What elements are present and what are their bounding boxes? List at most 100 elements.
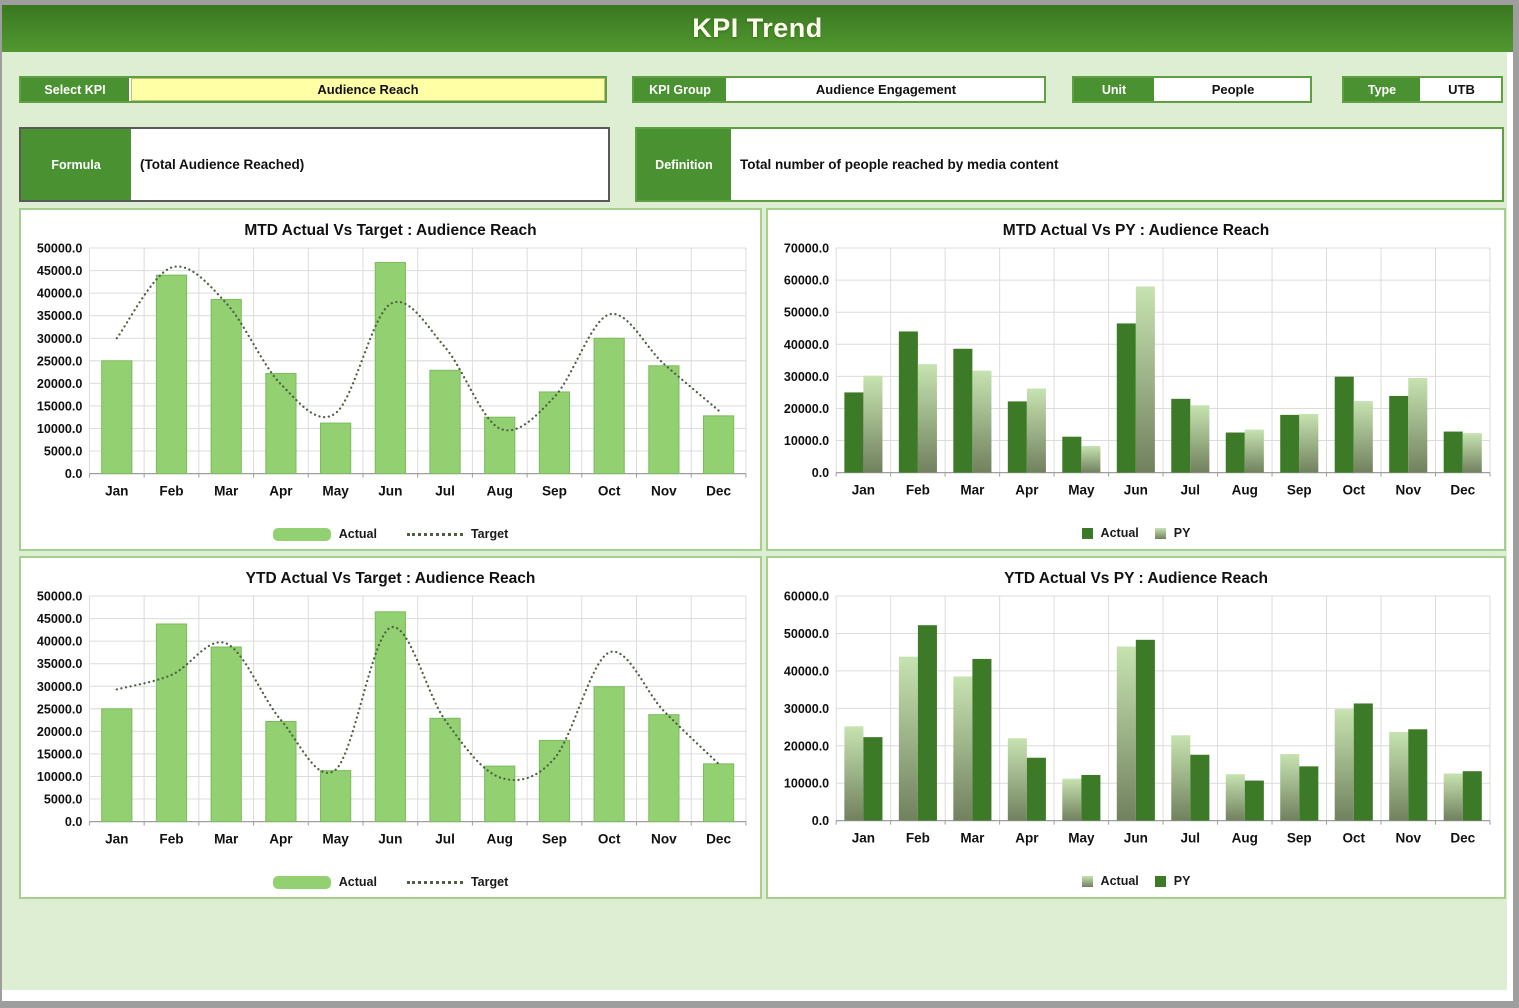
svg-text:Feb: Feb [906, 831, 930, 846]
kpi-fields-row: Select KPI Audience Reach KPI Group Audi… [19, 76, 1507, 103]
ytd-actual-vs-target-chart[interactable]: 0.05000.010000.015000.020000.025000.0300… [27, 590, 754, 870]
svg-text:15000.0: 15000.0 [37, 399, 82, 413]
formula-field: Formula (Total Audience Reached) [19, 127, 610, 202]
svg-text:30000.0: 30000.0 [37, 680, 82, 694]
definition-value: Total number of people reached by media … [731, 129, 1502, 200]
legend-item-actual: Actual [1082, 874, 1139, 888]
svg-text:Aug: Aug [487, 832, 513, 847]
svg-text:Apr: Apr [1015, 831, 1039, 846]
svg-text:Nov: Nov [1395, 483, 1421, 498]
svg-text:50000.0: 50000.0 [37, 590, 82, 604]
unit-field: Unit People [1072, 76, 1312, 103]
legend-item-py: PY [1155, 874, 1191, 888]
svg-text:30000.0: 30000.0 [37, 332, 82, 346]
mtd-actual-vs-target-panel[interactable]: MTD Actual Vs Target : Audience Reach 0.… [19, 208, 762, 551]
svg-text:Feb: Feb [906, 483, 930, 498]
svg-text:Sep: Sep [542, 484, 567, 499]
svg-text:Apr: Apr [1015, 483, 1039, 498]
svg-text:Apr: Apr [269, 484, 293, 499]
select-kpi-dropdown[interactable]: Audience Reach [131, 78, 605, 101]
svg-text:60000.0: 60000.0 [784, 274, 829, 288]
ytd-actual-vs-py-chart[interactable]: 0.010000.020000.030000.040000.050000.060… [774, 590, 1498, 869]
svg-text:30000.0: 30000.0 [784, 370, 829, 384]
type-label: Type [1344, 78, 1422, 101]
ytd-actual-vs-target-panel[interactable]: YTD Actual Vs Target : Audience Reach 0.… [19, 556, 762, 899]
mtd-actual-vs-py-panel[interactable]: MTD Actual Vs PY : Audience Reach 0.0100… [766, 208, 1506, 551]
legend-label: Actual [339, 875, 377, 889]
svg-text:10000.0: 10000.0 [37, 422, 82, 436]
svg-text:20000.0: 20000.0 [37, 377, 82, 391]
svg-text:60000.0: 60000.0 [784, 590, 829, 604]
actual-square-swatch-icon [1082, 528, 1093, 539]
svg-text:40000.0: 40000.0 [37, 635, 82, 649]
formula-definition-row: Formula (Total Audience Reached) Definit… [19, 127, 1507, 202]
svg-text:45000.0: 45000.0 [37, 612, 82, 626]
svg-text:15000.0: 15000.0 [37, 747, 82, 761]
page-header: KPI Trend [2, 5, 1513, 52]
svg-text:Aug: Aug [1232, 483, 1258, 498]
svg-text:45000.0: 45000.0 [37, 264, 82, 278]
kpi-group-label: KPI Group [634, 78, 728, 101]
svg-text:Jan: Jan [852, 831, 875, 846]
svg-text:Dec: Dec [1450, 483, 1475, 498]
legend-label: Actual [339, 527, 377, 541]
page-title: KPI Trend [692, 13, 823, 44]
chart-legend: Actual PY [774, 869, 1498, 894]
legend-item-actual: Actual [273, 527, 377, 541]
dashboard-body: Select KPI Audience Reach KPI Group Audi… [2, 52, 1507, 990]
legend-item-actual: Actual [1082, 526, 1139, 540]
svg-text:0.0: 0.0 [65, 815, 83, 829]
svg-text:May: May [322, 832, 349, 847]
svg-text:25000.0: 25000.0 [37, 354, 82, 368]
type-value: UTB [1422, 78, 1501, 101]
select-kpi-label: Select KPI [21, 78, 131, 101]
svg-text:Mar: Mar [214, 832, 239, 847]
svg-text:35000.0: 35000.0 [37, 657, 82, 671]
svg-text:5000.0: 5000.0 [44, 445, 82, 459]
target-dotted-line-icon [407, 533, 463, 536]
svg-text:Apr: Apr [269, 832, 293, 847]
svg-text:50000.0: 50000.0 [784, 627, 829, 641]
mtd-actual-vs-target-chart[interactable]: 0.0 5000.0 10000.0 15000.0 20000.0 25000.0 300… [27, 242, 754, 522]
formula-value: (Total Audience Reached) [131, 129, 608, 200]
svg-text:Mar: Mar [960, 483, 985, 498]
svg-text:40000.0: 40000.0 [784, 338, 829, 352]
actual-bar-swatch-icon [273, 528, 331, 541]
svg-text:Jun: Jun [1124, 831, 1148, 846]
svg-text:10000.0: 10000.0 [37, 770, 82, 784]
svg-text:Sep: Sep [1287, 483, 1312, 498]
dashboard-window: KPI Trend Select KPI Audience Reach KPI … [2, 5, 1513, 1001]
legend-label: Actual [1101, 526, 1139, 540]
mtd-actual-vs-py-chart[interactable]: 0.010000.020000.030000.040000.050000.060… [774, 242, 1498, 521]
svg-text:Jul: Jul [435, 832, 455, 847]
svg-text:20000.0: 20000.0 [784, 402, 829, 416]
spacer [1046, 76, 1072, 103]
charts-grid: MTD Actual Vs Target : Audience Reach 0.… [19, 208, 1507, 899]
svg-text:Aug: Aug [487, 484, 513, 499]
chart-title: MTD Actual Vs Target : Audience Reach [27, 222, 754, 240]
kpi-group-value: Audience Engagement [728, 78, 1044, 101]
svg-text:70000.0: 70000.0 [784, 242, 829, 256]
svg-text:0.0: 0.0 [812, 466, 829, 480]
legend-item-target: Target [407, 527, 508, 541]
svg-text:Jul: Jul [1181, 831, 1201, 846]
svg-text:25000.0: 25000.0 [37, 702, 82, 716]
svg-text:Feb: Feb [159, 484, 183, 499]
svg-text:Jan: Jan [105, 832, 128, 847]
svg-text:10000.0: 10000.0 [784, 777, 829, 791]
legend-label: Actual [1101, 874, 1139, 888]
svg-text:Jul: Jul [1181, 483, 1201, 498]
select-kpi-field: Select KPI Audience Reach [19, 76, 607, 103]
svg-text:Oct: Oct [598, 484, 621, 499]
unit-label: Unit [1074, 78, 1156, 101]
svg-text:Feb: Feb [159, 832, 183, 847]
svg-text:20000.0: 20000.0 [784, 739, 829, 753]
svg-text:May: May [322, 484, 349, 499]
spacer [607, 76, 632, 103]
svg-text:35000.0: 35000.0 [37, 309, 82, 323]
actual-bar-swatch-icon [273, 876, 331, 889]
svg-text:0.0: 0.0 [65, 467, 83, 481]
chart-legend: Actual PY [774, 521, 1498, 546]
chart-title: YTD Actual Vs PY : Audience Reach [774, 570, 1498, 588]
ytd-actual-vs-py-panel[interactable]: YTD Actual Vs PY : Audience Reach 0.0100… [766, 556, 1506, 899]
